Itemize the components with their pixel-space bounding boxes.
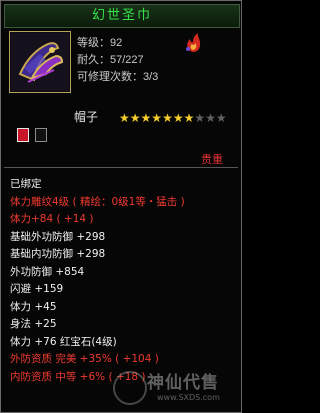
star-filled-icon: ★ [183,111,195,125]
level-line: 等级：92 [77,37,123,49]
star-filled-icon: ★ [129,111,141,125]
item-type: 帽子 [74,110,99,124]
flame-icon [186,33,201,52]
attribute-line: 体力 +45 [10,300,57,313]
star-filled-icon: ★ [140,111,152,125]
attribute-list: 已绑定体力雕纹4级 ( 精绘：0级1等・猛击 ) 体力+84 ( +14 ) 基础外… [10,176,185,386]
item-stats: 等级：92 耐久：57/227 可修理次数：3/3 [77,35,158,86]
attribute-line: 基础外功防御 +298 [10,230,106,243]
rarity-label: 贵重 [201,153,223,166]
attribute-line: 基础内功防御 +298 [10,248,106,260]
watermark-url: www.SXDS.com [157,393,220,402]
repairs-line: 可修理次数：3/3 [77,71,159,83]
attribute-line: 体力雕纹4级 ( 精绘：0级1等・猛击 ) [10,195,185,208]
item-tooltip: 幻世圣巾 等级：92 耐久：57/227 可修理次数：3/3 帽子 ★★★★★★… [0,0,242,413]
star-filled-icon: ★ [151,111,163,125]
star-empty-icon: ★ [194,111,206,125]
gem-slot-empty[interactable] [35,128,48,142]
headband-icon [11,33,69,91]
attribute-line: 已绑定 [10,178,42,190]
star-empty-icon: ★ [215,111,227,125]
star-filled-icon: ★ [119,111,130,125]
gem-slot-filled[interactable] [17,128,29,142]
title-bar: 幻世圣巾 [4,4,240,28]
attribute-line: 外功防御 +854 [10,265,85,278]
durability-line: 耐久：57/227 [77,54,144,66]
item-name: 幻世圣巾 [91,8,152,23]
attribute-line: 闪避 +159 [10,283,64,295]
attribute-line: 外防资质 完美 +35% ( +104 ) [10,353,159,365]
star-empty-icon: ★ [205,111,216,125]
attribute-line: 体力 +76 红宝石(4级) [10,335,117,348]
watermark-brand: 神仙代售 [147,373,219,393]
watermark-logo-icon [113,371,147,405]
divider [4,167,238,168]
item-icon[interactable] [9,31,71,93]
star-filled-icon: ★ [162,111,173,125]
attribute-line: 身法 +25 [10,318,57,330]
attribute-line: 体力+84 ( +14 ) [10,213,94,225]
gem-slots [17,128,49,146]
star-rating: ★★★★★★★★★★ [119,109,227,127]
star-filled-icon: ★ [172,111,184,125]
watermark: 神仙代售 www.SXDS.com [147,373,220,403]
